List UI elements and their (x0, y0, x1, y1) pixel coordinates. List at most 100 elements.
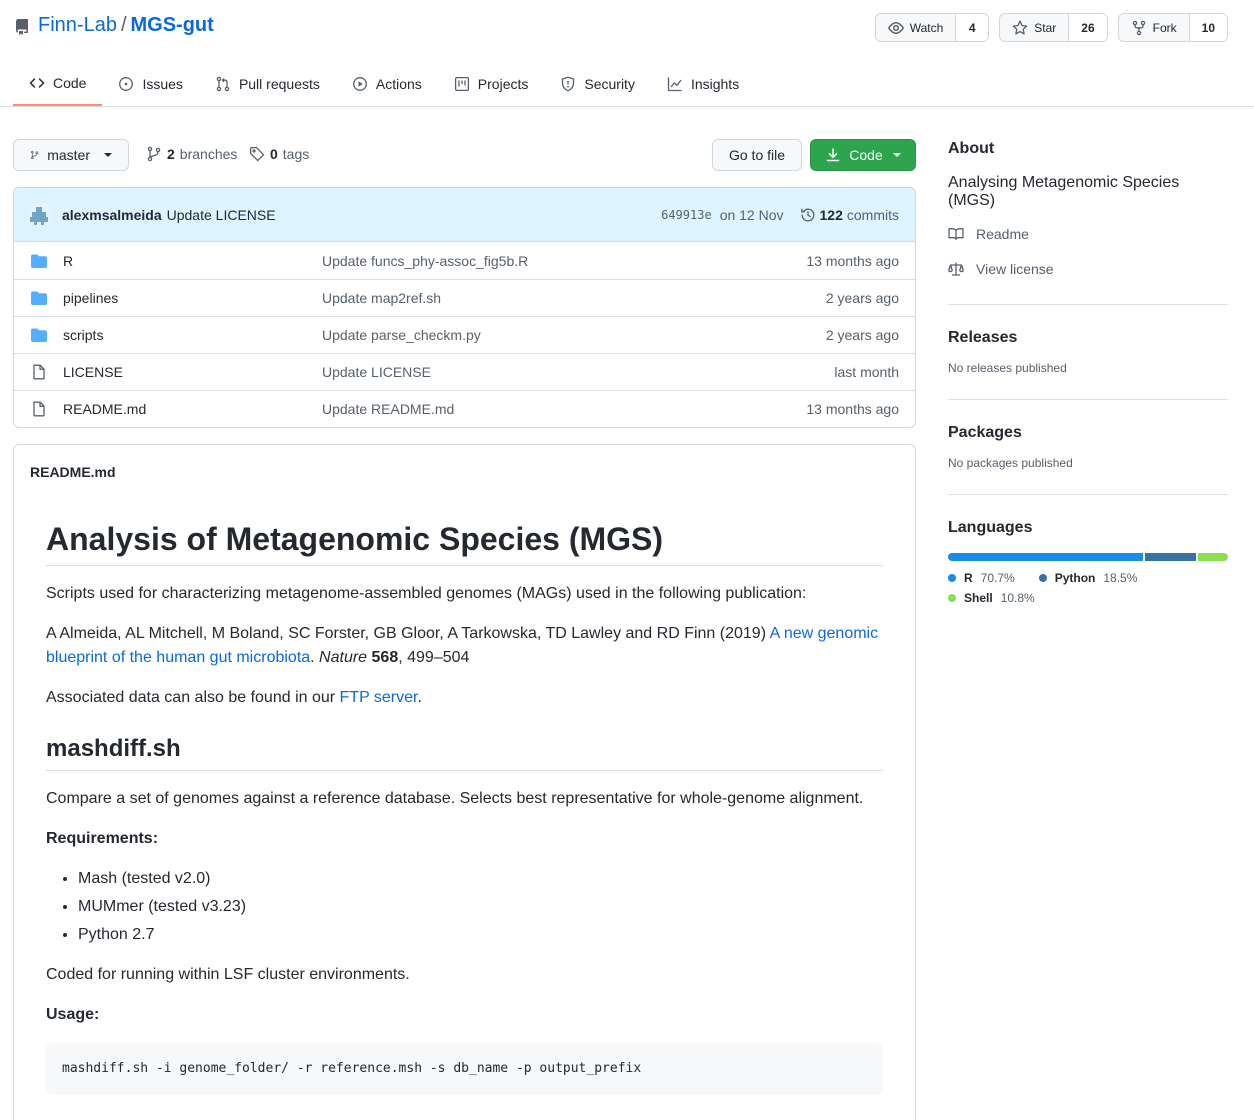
fork-button[interactable]: Fork (1119, 14, 1190, 41)
language-item[interactable]: Python 18.5% (1038, 571, 1137, 585)
file-name-link[interactable]: pipelines (63, 290, 323, 306)
citation-journal: Nature (319, 649, 368, 666)
repo-name-link[interactable]: MGS-gut (131, 14, 214, 37)
tab-pull-requests[interactable]: Pull requests (199, 62, 336, 106)
file-commit-message-link[interactable]: Update funcs_phy-assoc_fig5b.R (322, 253, 528, 269)
language-color-dot (948, 574, 956, 582)
readme-link[interactable]: Readme (948, 226, 1228, 242)
star-label: Star (1034, 20, 1057, 35)
tab-label: Projects (477, 76, 529, 92)
commit-message-link[interactable]: Update LICENSE (167, 207, 276, 223)
file-commit-message-link[interactable]: Update LICENSE (322, 364, 431, 380)
file-commit-message-link[interactable]: Update map2ref.sh (322, 290, 441, 306)
releases-text: No releases published (948, 361, 1067, 375)
star-icon (1013, 20, 1028, 35)
about-section: About Analysing Metagenomic Species (MGS… (948, 140, 1228, 304)
table-row: LICENSE Update LICENSE last month (14, 353, 915, 390)
star-count[interactable]: 26 (1069, 14, 1107, 41)
branches-count: 2 (167, 146, 175, 162)
avatar[interactable] (28, 203, 50, 226)
watch-button[interactable]: Watch (876, 14, 957, 41)
code-button-label: Code (849, 147, 883, 163)
fork-label: Fork (1152, 20, 1177, 35)
tab-projects[interactable]: Projects (438, 62, 545, 106)
list-item: MUMmer (tested v3.23) (78, 895, 883, 919)
citation-period: . (310, 649, 320, 666)
commits-label: commits (846, 207, 899, 223)
releases-heading[interactable]: Releases (948, 329, 1228, 347)
tab-security[interactable]: Security (544, 62, 651, 106)
readme-citation: A Almeida, AL Mitchell, M Boland, SC For… (46, 622, 883, 670)
table-row: scripts Update parse_checkm.py 2 years ago (14, 316, 915, 353)
file-name-link[interactable]: scripts (63, 327, 323, 343)
language-bar (948, 553, 1228, 561)
fork-count[interactable]: 10 (1189, 14, 1227, 41)
branch-selector[interactable]: master (13, 139, 129, 171)
list-item: Mash (tested v2.0) (78, 867, 883, 891)
tab-code[interactable]: Code (13, 62, 103, 106)
file-name-link[interactable]: LICENSE (63, 364, 323, 380)
star-button-group: Star 26 (999, 13, 1108, 42)
tags-label: tags (282, 146, 310, 162)
issue-icon (119, 77, 134, 91)
tab-insights[interactable]: Insights (651, 62, 755, 106)
about-heading: About (948, 140, 995, 157)
law-icon (948, 262, 964, 276)
watch-label: Watch (909, 20, 944, 35)
tab-issues[interactable]: Issues (102, 62, 198, 106)
readme-link-label: Readme (976, 226, 1029, 242)
file-age: 2 years ago (825, 327, 899, 343)
star-button[interactable]: Star (1000, 14, 1070, 41)
language-percent: 70.7% (980, 571, 1015, 585)
tags-link[interactable]: 0 tags (249, 146, 309, 162)
language-color-dot (1038, 574, 1047, 582)
folder-icon (31, 254, 47, 268)
repo-actions: Watch 4 Star 26 Fork 10 (874, 13, 1228, 42)
commits-count: 122 (819, 207, 843, 223)
watch-button-group: Watch 4 (874, 13, 990, 42)
repo-title: Finn-Lab / MGS-gut (14, 14, 214, 37)
repo-header: Finn-Lab / MGS-gut Watch 4 Star 26 Fork … (0, 0, 1254, 107)
file-name-link[interactable]: README.md (63, 401, 323, 417)
usage-label: Usage: (46, 1006, 100, 1023)
language-item[interactable]: Shell 10.8% (948, 591, 1035, 605)
repo-separator: / (120, 14, 127, 36)
language-item[interactable]: R 70.7% (948, 571, 1015, 585)
commit-date: on 12 Nov (719, 207, 784, 223)
branches-label: branches (179, 146, 238, 162)
branch-icon (31, 150, 39, 160)
graph-icon (667, 77, 682, 92)
ftp-server-link[interactable]: FTP server (340, 689, 418, 706)
readme-panel: README.md Analysis of Metagenomic Specie… (13, 444, 916, 1120)
commits-history-link[interactable]: 122 commits (800, 207, 899, 223)
citation-authors: A Almeida, AL Mitchell, M Boland, SC For… (46, 625, 770, 642)
table-row: README.md Update README.md 13 months ago (14, 390, 915, 427)
usage-code-block: mashdiff.sh -i genome_folder/ -r referen… (46, 1043, 883, 1095)
download-icon (827, 148, 840, 162)
go-to-file-button[interactable]: Go to file (712, 139, 802, 171)
about-description: Analysing Metagenomic Species (MGS) (948, 174, 1180, 209)
branch-name: master (47, 147, 90, 163)
fork-icon (1132, 20, 1145, 35)
watch-count[interactable]: 4 (956, 14, 989, 41)
packages-text: No packages published (948, 456, 1073, 470)
code-download-button[interactable]: Code (810, 139, 916, 171)
packages-heading[interactable]: Packages (948, 424, 1228, 442)
commit-author-link[interactable]: alexmsalmeida (62, 207, 162, 223)
tab-actions[interactable]: Actions (336, 62, 438, 106)
code-icon (29, 78, 45, 88)
repo-sidebar: About Analysing Metagenomic Species (MGS… (948, 140, 1228, 629)
repo-owner-link[interactable]: Finn-Lab (38, 14, 117, 37)
file-name-link[interactable]: R (63, 253, 323, 269)
readme-data-note: Associated data can also be found in our… (46, 686, 883, 710)
play-icon (352, 77, 367, 91)
language-bar-segment (1198, 553, 1228, 561)
citation-volume: 568 (371, 649, 399, 666)
license-link[interactable]: View license (948, 261, 1228, 277)
pull-request-icon (216, 76, 230, 92)
file-commit-message-link[interactable]: Update parse_checkm.py (322, 327, 481, 343)
file-commit-message-link[interactable]: Update README.md (322, 401, 454, 417)
branches-link[interactable]: 2 branches (146, 146, 237, 162)
commit-sha-link[interactable]: 649913e (661, 208, 712, 222)
file-age: last month (834, 364, 899, 380)
